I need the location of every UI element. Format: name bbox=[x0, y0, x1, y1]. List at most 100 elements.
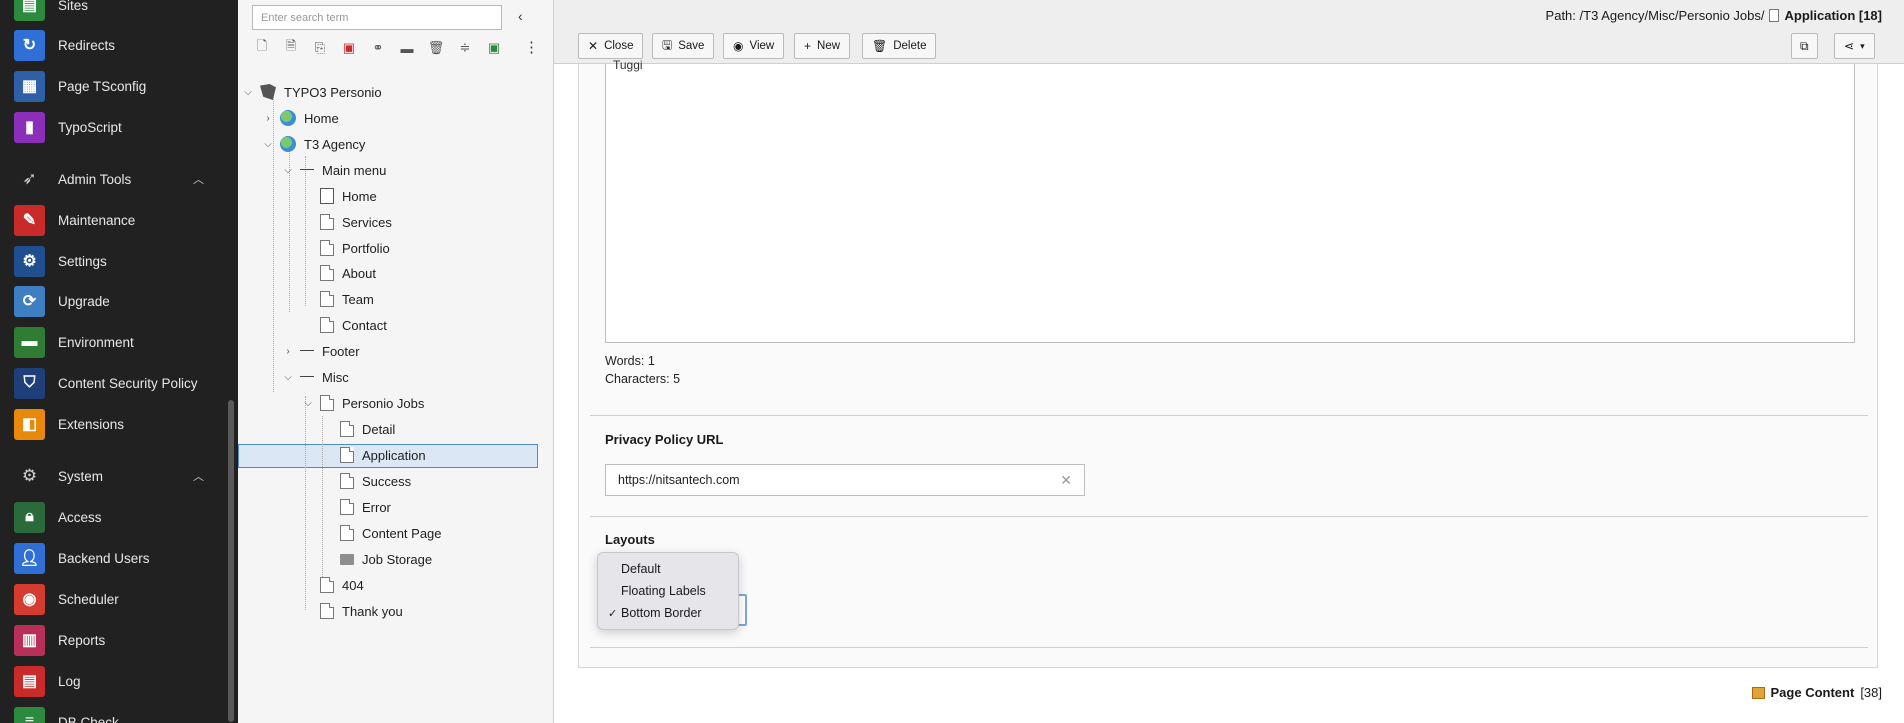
tree-node-application[interactable]: Application bbox=[322, 443, 426, 467]
environment-icon: ▬ bbox=[14, 326, 45, 358]
layout-option-default[interactable]: Default bbox=[598, 558, 738, 580]
tree-node-job-storage[interactable]: Job Storage bbox=[322, 547, 432, 571]
tree-node-root[interactable]: ⌵ TYPO3 Personio bbox=[242, 80, 382, 104]
page-icon bbox=[320, 317, 334, 333]
tree-node-success[interactable]: Success bbox=[322, 469, 411, 493]
link-icon[interactable]: ⚭ bbox=[368, 39, 388, 57]
module-maintenance[interactable]: ✎ Maintenance bbox=[14, 204, 135, 236]
module-settings[interactable]: ⚙ Settings bbox=[14, 245, 107, 277]
module-menu-scrollbar[interactable] bbox=[228, 400, 234, 722]
db-check-icon: ≡ bbox=[14, 706, 45, 723]
tree-node-404[interactable]: 404 bbox=[302, 573, 364, 597]
module-content-security-policy[interactable]: ⛉ Content Security Policy bbox=[14, 367, 198, 399]
share-icon: ⋖ bbox=[1844, 39, 1855, 53]
tree-node-about[interactable]: About bbox=[302, 261, 376, 285]
page-content-link[interactable]: Page Content [38] bbox=[1751, 685, 1882, 700]
redirects-icon: ↻ bbox=[14, 29, 45, 61]
module-label: Reports bbox=[58, 632, 106, 648]
tree-node-contact[interactable]: Contact bbox=[302, 313, 387, 337]
tree-node-main-home[interactable]: Home bbox=[302, 184, 377, 208]
module-sites[interactable]: ▤ Sites bbox=[14, 0, 88, 21]
module-log[interactable]: ▤ Log bbox=[14, 665, 81, 697]
module-label: Redirects bbox=[58, 37, 116, 53]
tree-node-t3-agency[interactable]: ⌵ T3 Agency bbox=[262, 132, 365, 156]
scheduler-icon: ◉ bbox=[14, 583, 45, 615]
tree-node-thank-you[interactable]: Thank you bbox=[302, 599, 403, 623]
save-button-label: Save bbox=[678, 40, 705, 52]
option-label: Default bbox=[621, 562, 661, 576]
tree-node-label: Services bbox=[342, 214, 392, 230]
module-redirects[interactable]: ↻ Redirects bbox=[14, 29, 115, 61]
save-button[interactable]: 🖫︎ Save bbox=[652, 33, 715, 59]
group-system[interactable]: ⚙ System ︿ bbox=[14, 461, 204, 491]
chevron-down-icon[interactable]: ⌵ bbox=[282, 165, 294, 176]
tree-node-footer[interactable]: › Footer bbox=[282, 339, 359, 363]
module-label: Log bbox=[58, 673, 81, 689]
module-extensions[interactable]: ◧ Extensions bbox=[14, 408, 124, 440]
chevron-right-icon[interactable]: › bbox=[262, 113, 274, 124]
module-typoscript[interactable]: ▮ TypoScript bbox=[14, 111, 122, 143]
page-content-label: Page Content bbox=[1770, 685, 1855, 700]
module-upgrade[interactable]: ⟳ Upgrade bbox=[14, 285, 110, 317]
module-label: Extensions bbox=[58, 416, 125, 432]
chevron-down-icon[interactable]: ⌵ bbox=[242, 87, 254, 98]
tree-node-label: Error bbox=[362, 499, 391, 515]
tree-node-label: Detail bbox=[362, 421, 396, 437]
text-field[interactable]: Tuggi bbox=[605, 58, 1855, 343]
chevron-down-icon[interactable]: ⌵ bbox=[282, 372, 294, 383]
close-button-label: Close bbox=[604, 40, 634, 52]
tree-node-misc[interactable]: ⌵ Misc bbox=[282, 365, 349, 389]
chevron-right-icon[interactable]: › bbox=[282, 346, 294, 357]
option-label: Bottom Border bbox=[621, 606, 702, 620]
delete-button[interactable]: 🗑︎ Delete bbox=[862, 33, 937, 59]
close-button[interactable]: ✕ Close bbox=[578, 33, 644, 59]
module-scheduler[interactable]: ◉ Scheduler bbox=[14, 583, 119, 615]
module-page-tsconfig[interactable]: ▦ Page TSconfig bbox=[14, 70, 146, 102]
module-label: TypoScript bbox=[58, 119, 122, 135]
new-link-page-icon[interactable]: ▣ bbox=[339, 39, 359, 57]
module-db-check[interactable]: ≡ DB Check bbox=[14, 706, 119, 723]
tree-node-services[interactable]: Services bbox=[302, 210, 392, 234]
new-advanced-page-icon[interactable]: 🗎︎ bbox=[281, 38, 301, 57]
tree-node-detail[interactable]: Detail bbox=[322, 417, 395, 441]
page-icon bbox=[320, 240, 334, 256]
share-button[interactable]: ⋖ ▾ bbox=[1834, 33, 1875, 59]
layout-option-floating-labels[interactable]: Floating Labels bbox=[598, 580, 738, 602]
module-backend-users[interactable]: 👤︎ Backend Users bbox=[14, 542, 150, 574]
backend-layout-icon[interactable]: ▣ bbox=[484, 39, 504, 57]
tree-node-home[interactable]: › Home bbox=[262, 106, 339, 130]
module-menu: ▤ Sites ↻ Redirects ▦ Page TSconfig ▮ Ty… bbox=[0, 0, 238, 723]
module-environment[interactable]: ▬ Environment bbox=[14, 326, 134, 358]
menu-separator-icon bbox=[300, 376, 314, 385]
menu-separator-icon[interactable]: ≑ bbox=[455, 39, 475, 57]
privacy-url-input[interactable]: https://nitsantech.com ✕ bbox=[605, 464, 1085, 496]
new-button[interactable]: + New bbox=[794, 33, 851, 59]
shield-icon: ⛉ bbox=[14, 367, 45, 399]
chevron-down-icon[interactable]: ⌵ bbox=[302, 398, 314, 409]
module-reports[interactable]: ▥ Reports bbox=[14, 624, 105, 656]
new-page-icon[interactable]: 🗋︎ bbox=[252, 38, 272, 57]
collapse-tree-icon[interactable]: ‹ bbox=[518, 8, 523, 24]
chevron-down-icon[interactable]: ⌵ bbox=[262, 139, 274, 150]
group-admin-tools[interactable]: ➶ Admin Tools ︿ bbox=[14, 164, 204, 194]
tree-node-personio-jobs[interactable]: ⌵ Personio Jobs bbox=[302, 391, 424, 415]
open-new-window-button[interactable]: ⧉ bbox=[1791, 33, 1818, 59]
divider bbox=[590, 516, 1868, 517]
page-tree-panel: ‹ 🗋︎ 🗎︎ ⎘ ▣ ⚭ ▬ 🗑︎ ≑ ▣ ⋮ ⌵ TYPO3 Personi… bbox=[238, 0, 554, 723]
tree-node-content-page[interactable]: Content Page bbox=[322, 521, 442, 545]
recycler-icon[interactable]: 🗑︎ bbox=[426, 39, 446, 57]
layout-option-bottom-border[interactable]: ✓ Bottom Border bbox=[598, 602, 738, 624]
clear-icon[interactable]: ✕ bbox=[1060, 472, 1072, 489]
tree-node-error[interactable]: Error bbox=[322, 495, 391, 519]
new-shortcut-page-icon[interactable]: ⎘ bbox=[310, 39, 330, 57]
doc-header: Path: /T3 Agency/Misc/Personio Jobs/ App… bbox=[554, 0, 1904, 64]
more-options-icon[interactable]: ⋮ bbox=[524, 38, 539, 56]
tree-search-input[interactable] bbox=[252, 5, 502, 30]
module-access[interactable]: 🔒︎ Access bbox=[14, 501, 102, 533]
tree-node-portfolio[interactable]: Portfolio bbox=[302, 236, 390, 260]
tree-node-main-menu[interactable]: ⌵ Main menu bbox=[282, 158, 386, 182]
folder-icon[interactable]: ▬ bbox=[397, 39, 417, 57]
module-label: Maintenance bbox=[58, 212, 136, 228]
tree-node-team[interactable]: Team bbox=[302, 287, 374, 311]
view-button[interactable]: ◉ View bbox=[723, 33, 785, 59]
